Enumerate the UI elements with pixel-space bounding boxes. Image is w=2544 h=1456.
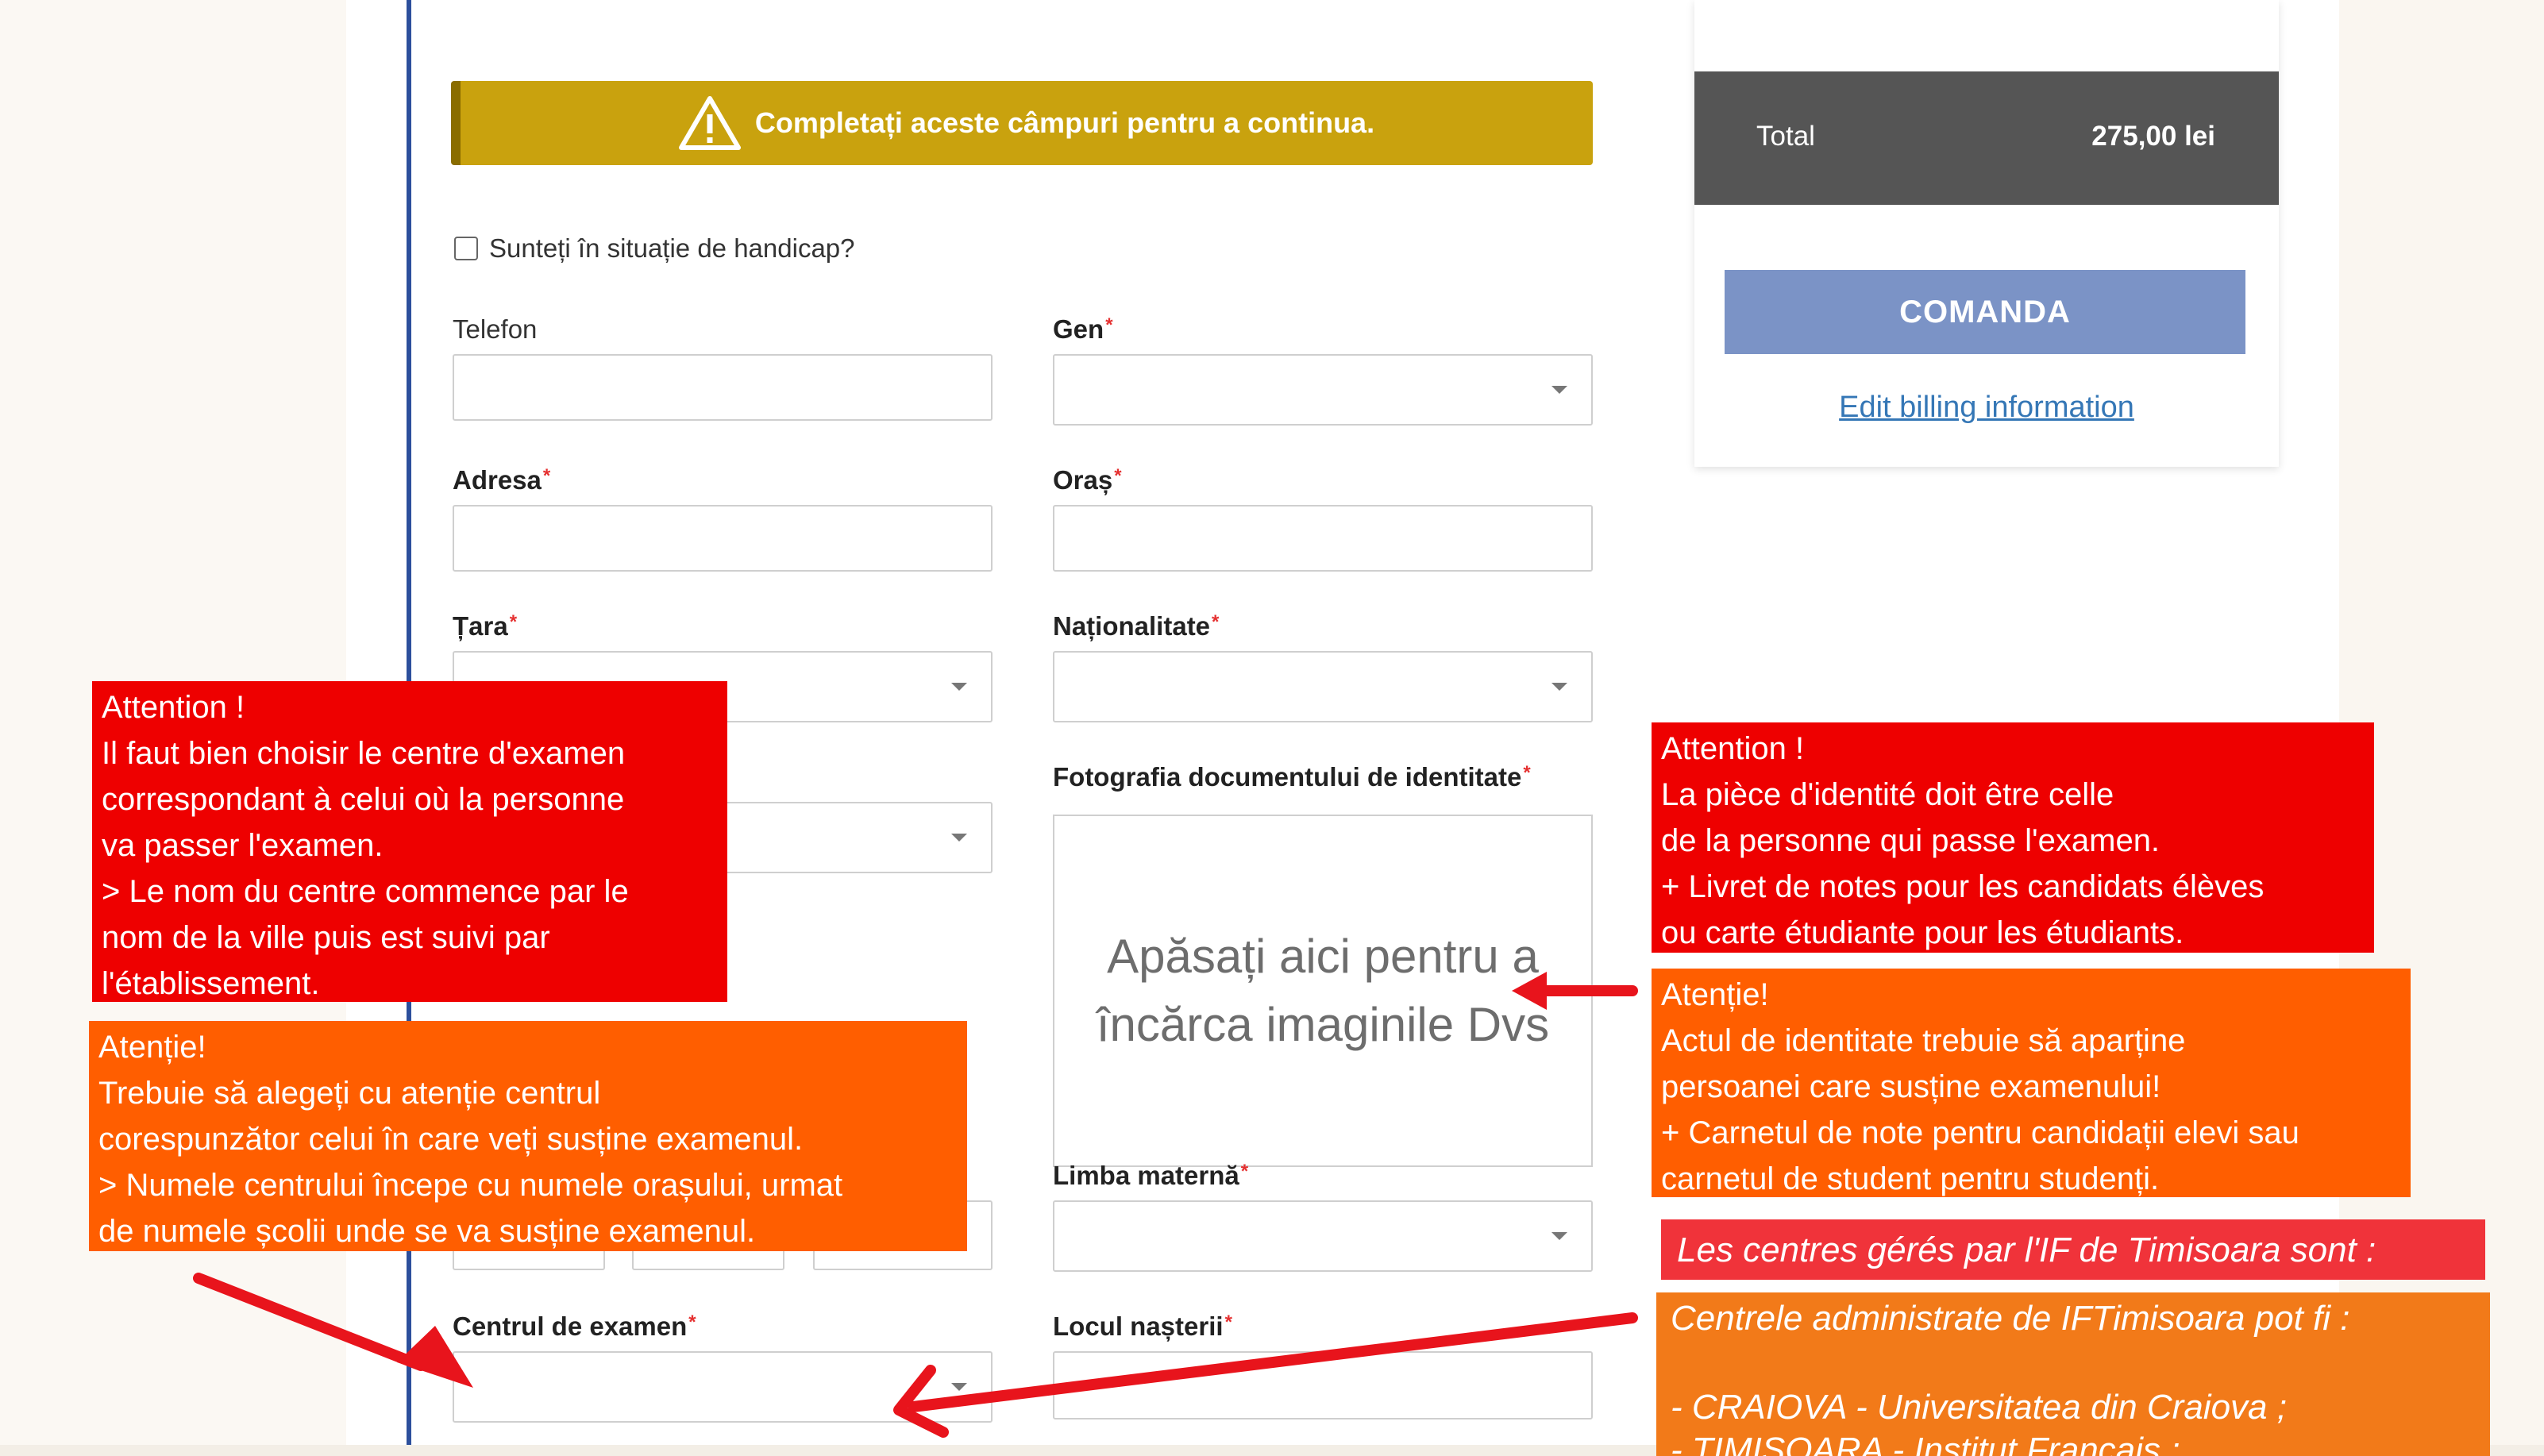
required-mark: *	[1105, 314, 1113, 336]
adresa-label: Adresa*	[453, 465, 550, 495]
telefon-label: Telefon	[453, 314, 537, 345]
nationalitate-select[interactable]	[1053, 651, 1593, 722]
total-bar: Total 275,00 lei	[1694, 71, 2279, 205]
required-mark: *	[509, 611, 518, 633]
total-label: Total	[1756, 121, 1815, 152]
adresa-label-text: Adresa	[453, 465, 542, 495]
oras-input[interactable]	[1053, 505, 1593, 572]
required-mark: *	[1212, 611, 1220, 633]
centre-item: - CRAIOVA - Universitatea din Craiova ;	[1671, 1388, 2287, 1427]
note-fr-id-document: Attention ! La pièce d'identité doit êtr…	[1652, 722, 2374, 953]
note-ro-centres-title: Centrele administrate de IFTimisoara pot…	[1671, 1299, 2350, 1338]
nationalitate-label-text: Naționalitate	[1053, 611, 1211, 641]
edit-billing-link[interactable]: Edit billing information	[1694, 391, 2279, 425]
telefon-label-text: Telefon	[453, 314, 538, 344]
centrul-select[interactable]	[453, 1351, 993, 1423]
warning-icon	[678, 96, 741, 150]
oras-label-text: Oraș	[1053, 465, 1113, 495]
tara-label: Țara*	[453, 611, 517, 641]
validation-alert: Completați aceste câmpuri pentru a conti…	[451, 81, 1593, 165]
note-ro-centres: Centrele administrate de IFTimisoara pot…	[1656, 1292, 2490, 1456]
validation-alert-text: Completați aceste câmpuri pentru a conti…	[754, 106, 1375, 139]
note-ro-exam-center: Atenție! Trebuie să alegeți cu atenție c…	[89, 1021, 967, 1251]
locul-label: Locul nașterii*	[1053, 1312, 1232, 1342]
chevron-down-icon	[1551, 1232, 1567, 1240]
tara-label-text: Țara	[453, 611, 508, 641]
required-mark: *	[1114, 465, 1122, 487]
chevron-down-icon	[951, 683, 967, 691]
centrul-label-text: Centrul de examen	[453, 1312, 688, 1341]
locul-input[interactable]	[1053, 1351, 1593, 1419]
adresa-input[interactable]	[453, 505, 993, 572]
telefon-input[interactable]	[453, 354, 993, 421]
fotografia-label: Fotografia documentului de identitate*	[1053, 762, 1531, 792]
gen-select[interactable]	[1053, 354, 1593, 426]
limba-select[interactable]	[1053, 1200, 1593, 1272]
required-mark: *	[1224, 1312, 1232, 1333]
required-mark: *	[688, 1312, 696, 1333]
chevron-down-icon	[1551, 683, 1567, 691]
nationalitate-label: Naționalitate*	[1053, 611, 1219, 641]
chevron-down-icon	[1551, 386, 1567, 394]
id-photo-upload[interactable]: Apăsați aici pentru a încărca imaginile …	[1053, 815, 1593, 1167]
handicap-checkbox[interactable]	[454, 237, 478, 260]
chevron-down-icon	[951, 1383, 967, 1391]
total-value: 275,00 lei	[2091, 121, 2215, 152]
handicap-checkbox-label[interactable]: Sunteți în situație de handicap?	[489, 233, 855, 264]
gen-label: Gen*	[1053, 314, 1113, 345]
chevron-down-icon	[951, 834, 967, 842]
limba-label: Limba maternă*	[1053, 1161, 1248, 1191]
centrul-label: Centrul de examen*	[453, 1312, 696, 1342]
fotografia-label-text: Fotografia documentului de identitate	[1053, 762, 1522, 792]
note-fr-centres: Les centres gérés par l'IF de Timisoara …	[1661, 1219, 2485, 1280]
locul-label-text: Locul nașterii	[1053, 1312, 1224, 1341]
order-button[interactable]: COMANDA	[1725, 270, 2245, 354]
limba-label-text: Limba maternă	[1053, 1161, 1239, 1190]
note-fr-exam-center: Attention ! Il faut bien choisir le cent…	[92, 681, 727, 1002]
oras-label: Oraș*	[1053, 465, 1122, 495]
required-mark: *	[1240, 1161, 1249, 1182]
required-mark: *	[1523, 762, 1531, 784]
gen-label-text: Gen	[1053, 314, 1104, 344]
upload-prompt-text: Apăsați aici pentru a încărca imaginile …	[1096, 930, 1550, 1051]
centre-item: - TIMIȘOARA - Institut Français ;	[1671, 1431, 2180, 1456]
note-ro-id-document: Atenție! Actul de identitate trebuie să …	[1652, 969, 2411, 1197]
required-mark: *	[542, 465, 551, 487]
